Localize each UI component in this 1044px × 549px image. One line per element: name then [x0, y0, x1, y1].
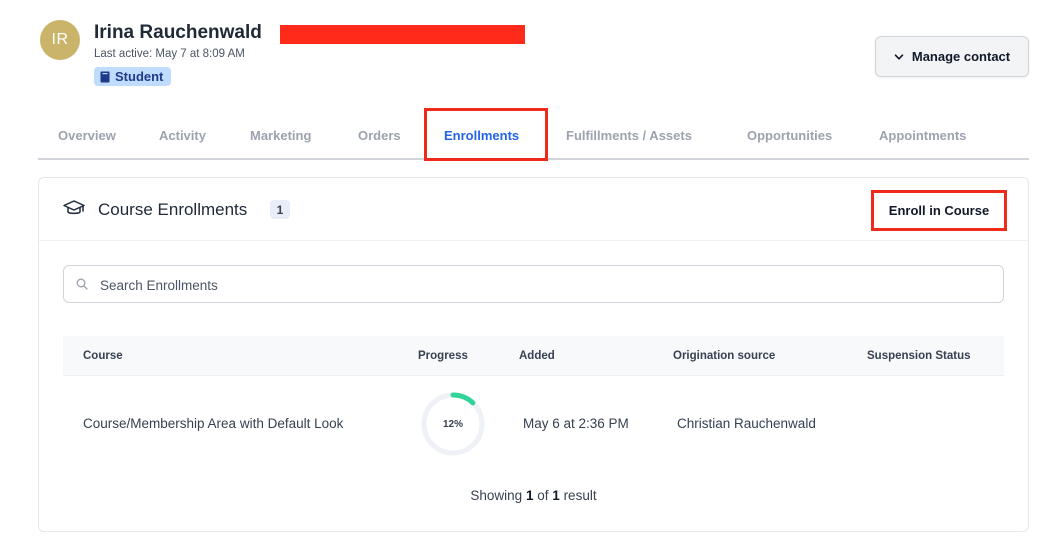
enroll-in-course-button[interactable]: Enroll in Course	[871, 190, 1007, 231]
added-date-cell: May 6 at 2:36 PM	[523, 416, 629, 431]
column-header-suspension-status: Suspension Status	[867, 350, 971, 362]
course-enrollments-card: Course Enrollments 1 Enroll in Course Co…	[38, 177, 1029, 532]
student-tag[interactable]: Student	[94, 67, 172, 86]
enrollments-table: Course Progress Added Origination source…	[63, 336, 1004, 471]
progress-percent: 12%	[442, 418, 463, 430]
column-header-progress: Progress	[418, 350, 468, 362]
tab-orders[interactable]: Orders	[358, 112, 401, 158]
avatar: IR	[40, 20, 80, 60]
card-title: Course Enrollments	[98, 200, 248, 219]
card-header: Course Enrollments 1 Enroll in Course	[39, 178, 1028, 241]
course-name-cell: Course/Membership Area with Default Look	[83, 416, 344, 431]
book-icon	[100, 71, 110, 82]
origination-source-link[interactable]: Christian Rauchenwald	[677, 376, 816, 471]
tab-activity[interactable]: Activity	[159, 112, 206, 158]
search-icon	[76, 278, 88, 290]
column-header-origination-source: Origination source	[673, 350, 776, 362]
tab-marketing[interactable]: Marketing	[250, 112, 311, 158]
search-enrollments	[63, 265, 1004, 303]
tab-opportunities[interactable]: Opportunities	[747, 112, 832, 158]
column-header-added: Added	[519, 350, 555, 362]
table-header: Course Progress Added Origination source…	[63, 336, 1004, 376]
showing-prefix: Showing	[470, 488, 523, 503]
column-header-course: Course	[83, 350, 123, 362]
showing-suffix: result	[563, 488, 597, 503]
showing-of: of	[537, 488, 549, 503]
pagination-summary: Showing 1 of 1 result	[39, 488, 1028, 503]
chevron-down-icon	[894, 53, 904, 60]
graduation-cap-icon	[63, 200, 85, 215]
manage-contact-label: Manage contact	[911, 49, 1011, 64]
tab-fulfillments-assets[interactable]: Fulfillments / Assets	[566, 112, 692, 158]
enrollments-tab-highlight	[424, 108, 548, 161]
contact-page: IR Irina Rauchenwald Last active: May 7 …	[0, 0, 1044, 549]
student-tag-label: Student	[115, 69, 164, 84]
enrollment-count-badge: 1	[270, 200, 290, 219]
showing-total: 1	[552, 488, 560, 503]
tab-overview[interactable]: Overview	[58, 112, 116, 158]
search-input[interactable]	[100, 274, 980, 296]
showing-from: 1	[525, 488, 534, 503]
tab-appointments[interactable]: Appointments	[879, 112, 966, 158]
contact-name: Irina Rauchenwald	[94, 22, 262, 43]
last-active-text: Last active: May 7 at 8:09 AM	[94, 48, 245, 60]
redaction-bar	[280, 25, 525, 44]
manage-contact-button[interactable]: Manage contact	[875, 36, 1029, 77]
table-row[interactable]: Course/Membership Area with Default Look…	[63, 376, 1004, 471]
